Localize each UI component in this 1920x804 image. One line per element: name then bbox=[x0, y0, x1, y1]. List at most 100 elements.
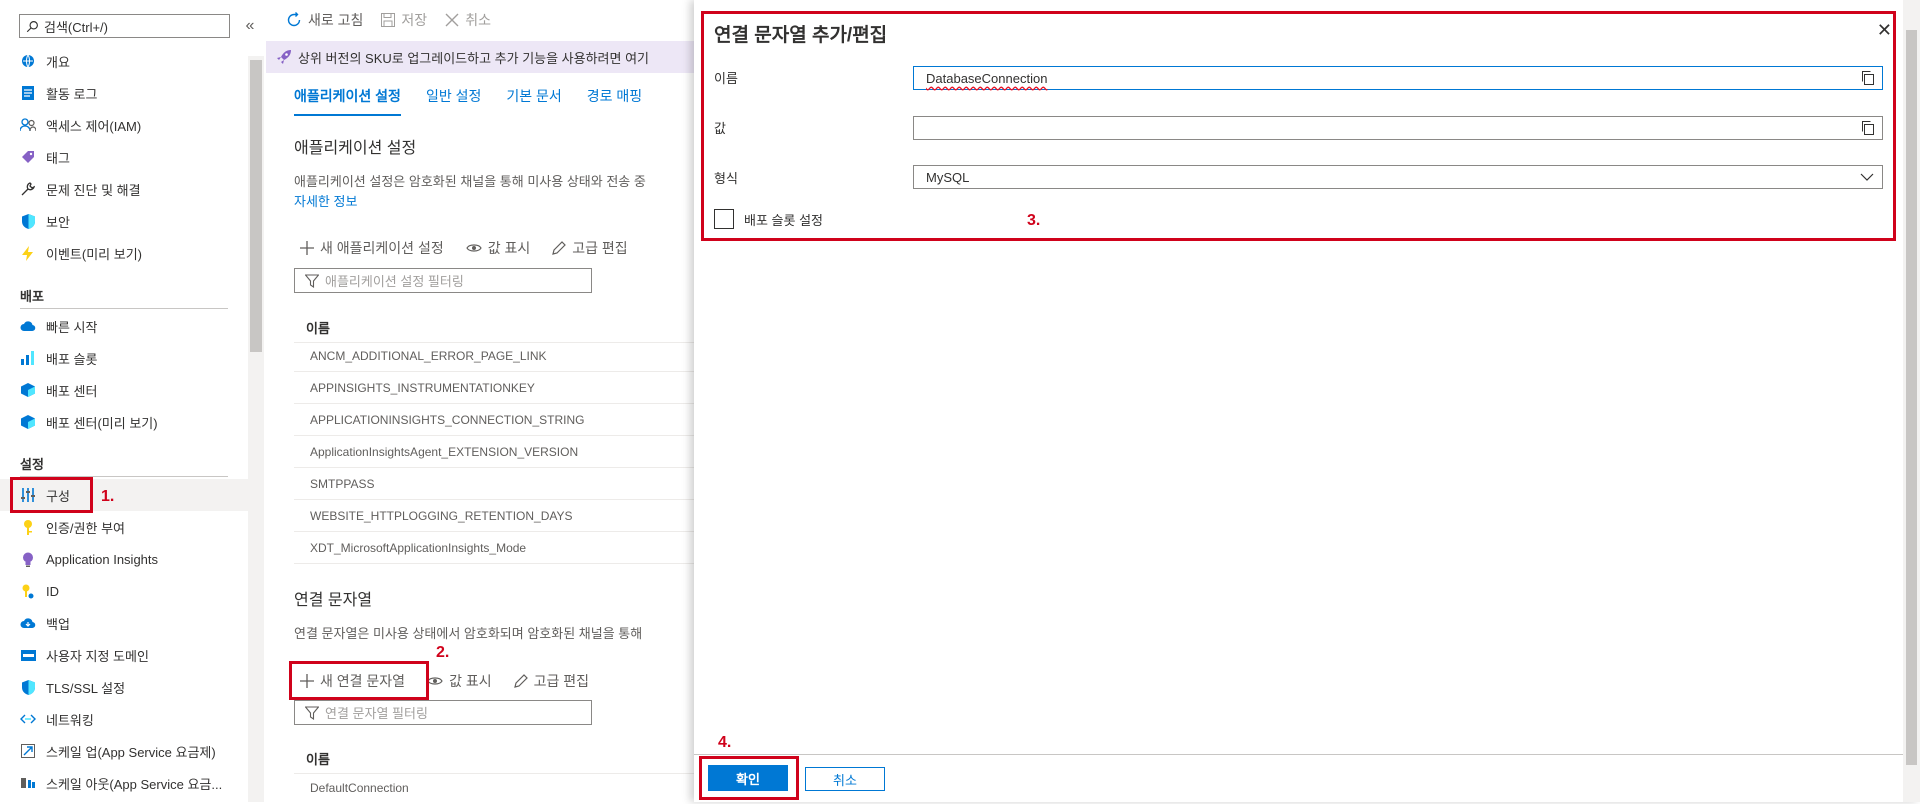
app-settings-title: 애플리케이션 설정 bbox=[294, 140, 417, 157]
sidebar-item-deployment-slots[interactable]: 배포 슬롯 bbox=[0, 342, 248, 374]
sidebar-item-label: 보안 bbox=[46, 214, 70, 230]
tab-default-documents[interactable]: 기본 문서 bbox=[506, 86, 561, 116]
tab-app-settings[interactable]: 애플리케이션 설정 bbox=[294, 86, 401, 116]
filter-placeholder: 애플리케이션 설정 필터링 bbox=[325, 274, 464, 289]
table-row[interactable]: APPINSIGHTS_INSTRUMENTATIONKEY bbox=[294, 372, 694, 404]
globe-icon bbox=[20, 53, 36, 69]
sidebar-item-identity[interactable]: ID bbox=[0, 575, 248, 607]
banner-text: 상위 버전의 SKU로 업그레이드하고 추가 기능을 사용하려면 여기 bbox=[298, 50, 650, 66]
sidebar-search-input[interactable]: 검색(Ctrl+/) bbox=[19, 14, 230, 38]
sidebar-item-security[interactable]: 보안 bbox=[0, 205, 248, 237]
cube-icon bbox=[20, 414, 36, 430]
sidebar-item-label: TLS/SSL 설정 bbox=[46, 680, 126, 696]
table-row[interactable]: ANCM_ADDITIONAL_ERROR_PAGE_LINK bbox=[294, 340, 694, 372]
sidebar-divider bbox=[20, 308, 228, 309]
wrench-icon bbox=[20, 181, 36, 197]
filter-placeholder: 연결 문자열 필터링 bbox=[325, 706, 428, 721]
save-icon bbox=[381, 13, 396, 27]
domain-icon bbox=[20, 647, 36, 663]
sidebar-item-label: 배포 슬롯 bbox=[46, 351, 98, 367]
sidebar-item-auth[interactable]: 인증/권한 부여 bbox=[0, 511, 248, 543]
filter-icon bbox=[305, 705, 319, 720]
table-row[interactable]: XDT_MicrosoftApplicationInsights_Mode bbox=[294, 532, 694, 564]
sidebar-item-scale-up[interactable]: 스케일 업(App Service 요금제) bbox=[0, 735, 248, 767]
sidebar-item-custom-domains[interactable]: 사용자 지정 도메인 bbox=[0, 639, 248, 671]
discard-label: 취소 bbox=[465, 12, 491, 28]
annotation-box-3 bbox=[701, 11, 1896, 241]
sidebar-item-quickstart[interactable]: 빠른 시작 bbox=[0, 310, 248, 342]
col-header-name: 이름 bbox=[306, 752, 330, 767]
annotation-label-2: 2. bbox=[436, 644, 450, 661]
new-app-setting-button[interactable]: 새 애플리케이션 설정 bbox=[300, 238, 444, 258]
sidebar-item-app-insights[interactable]: Application Insights bbox=[0, 543, 248, 575]
identity-icon bbox=[20, 583, 36, 599]
tab-general-settings[interactable]: 일반 설정 bbox=[426, 86, 481, 116]
panel-footer-divider bbox=[694, 754, 1903, 755]
sidebar-item-label: 개요 bbox=[46, 54, 70, 70]
app-settings-commands: 새 애플리케이션 설정 값 표시 고급 편집 bbox=[300, 238, 628, 258]
close-icon bbox=[445, 13, 459, 27]
backup-cloud-icon bbox=[20, 615, 36, 631]
eye-icon bbox=[427, 677, 443, 685]
sidebar-item-tls-ssl[interactable]: TLS/SSL 설정 bbox=[0, 671, 248, 703]
sidebar-item-deployment-center[interactable]: 배포 센터 bbox=[0, 374, 248, 406]
advanced-edit-button[interactable]: 고급 편집 bbox=[552, 238, 628, 258]
conn-strings-filter-input[interactable]: 연결 문자열 필터링 bbox=[294, 700, 592, 725]
show-values-button[interactable]: 값 표시 bbox=[427, 671, 492, 691]
table-row[interactable]: WEBSITE_HTTPLOGGING_RETENTION_DAYS bbox=[294, 500, 694, 532]
table-row[interactable]: APPLICATIONINSIGHTS_CONNECTION_STRING bbox=[294, 404, 694, 436]
config-tabs: 애플리케이션 설정 일반 설정 기본 문서 경로 매핑 bbox=[294, 86, 642, 116]
tag-icon bbox=[20, 149, 36, 165]
lightbulb-icon bbox=[20, 551, 36, 567]
sidebar-item-networking[interactable]: 네트워킹 bbox=[0, 703, 248, 735]
app-settings-description: 애플리케이션 설정은 암호화된 채널을 통해 미사용 상태와 전송 중 bbox=[294, 174, 646, 189]
sidebar-item-label: 백업 bbox=[46, 616, 70, 632]
tab-path-mappings[interactable]: 경로 매핑 bbox=[587, 86, 642, 116]
refresh-label: 새로 고침 bbox=[308, 12, 364, 28]
sidebar-item-label: 스케일 업(App Service 요금제) bbox=[46, 744, 216, 760]
sidebar-item-activity-log[interactable]: 활동 로그 bbox=[0, 77, 248, 109]
eye-icon bbox=[466, 244, 482, 252]
sidebar-item-overview[interactable]: 개요 bbox=[0, 45, 248, 77]
cube-icon bbox=[20, 382, 36, 398]
upgrade-banner[interactable]: 상위 버전의 SKU로 업그레이드하고 추가 기능을 사용하려면 여기 bbox=[266, 41, 696, 73]
sidebar-section-settings: 설정 bbox=[20, 457, 44, 472]
sidebar-item-events[interactable]: 이벤트(미리 보기) bbox=[0, 237, 248, 269]
sidebar-scrollbar-thumb[interactable] bbox=[250, 60, 262, 352]
sidebar-item-label: 사용자 지정 도메인 bbox=[46, 648, 149, 664]
panel-scrollbar-thumb[interactable] bbox=[1906, 30, 1917, 765]
sidebar-item-label: 스케일 아웃(App Service 요금... bbox=[46, 776, 223, 792]
table-row[interactable]: ApplicationInsightsAgent_EXTENSION_VERSI… bbox=[294, 436, 694, 468]
col-header-name: 이름 bbox=[306, 321, 330, 336]
cloud-icon bbox=[20, 318, 36, 334]
refresh-button[interactable]: 새로 고침 bbox=[286, 10, 363, 30]
save-button[interactable]: 저장 bbox=[381, 10, 427, 30]
sidebar-item-diagnose[interactable]: 문제 진단 및 해결 bbox=[0, 173, 248, 205]
cancel-button[interactable]: 취소 bbox=[805, 767, 885, 791]
sidebar-item-deployment-center-preview[interactable]: 배포 센터(미리 보기) bbox=[0, 406, 248, 438]
lightning-icon bbox=[20, 245, 36, 261]
learn-more-link[interactable]: 자세한 정보 bbox=[294, 191, 357, 210]
discard-button[interactable]: 취소 bbox=[445, 10, 491, 30]
table-row[interactable]: SMTPPASS bbox=[294, 468, 694, 500]
command-bar: 새로 고침 저장 취소 bbox=[286, 6, 491, 34]
sidebar-item-label: 활동 로그 bbox=[46, 86, 98, 102]
advanced-edit-button[interactable]: 고급 편집 bbox=[513, 671, 589, 691]
show-values-label: 값 표시 bbox=[449, 673, 492, 689]
table-row[interactable]: DefaultConnection bbox=[294, 772, 694, 804]
annotation-label-4: 4. bbox=[718, 734, 732, 751]
sidebar-item-iam[interactable]: 액세스 제어(IAM) bbox=[0, 109, 248, 141]
sidebar-item-scale-out[interactable]: 스케일 아웃(App Service 요금... bbox=[0, 767, 248, 799]
network-icon bbox=[20, 711, 36, 727]
key-icon bbox=[20, 519, 36, 535]
sidebar-item-backup[interactable]: 백업 bbox=[0, 607, 248, 639]
collapse-sidebar-icon[interactable]: « bbox=[240, 14, 260, 38]
new-app-setting-label: 새 애플리케이션 설정 bbox=[320, 240, 444, 256]
show-values-button[interactable]: 값 표시 bbox=[466, 238, 530, 258]
sidebar-search-placeholder: 검색(Ctrl+/) bbox=[44, 19, 108, 35]
app-settings-filter-input[interactable]: 애플리케이션 설정 필터링 bbox=[294, 268, 592, 293]
sidebar-item-label: 배포 센터 bbox=[46, 383, 98, 399]
annotation-label-1: 1. bbox=[101, 488, 115, 505]
rocket-icon bbox=[277, 50, 291, 64]
sidebar-item-tags[interactable]: 태그 bbox=[0, 141, 248, 173]
